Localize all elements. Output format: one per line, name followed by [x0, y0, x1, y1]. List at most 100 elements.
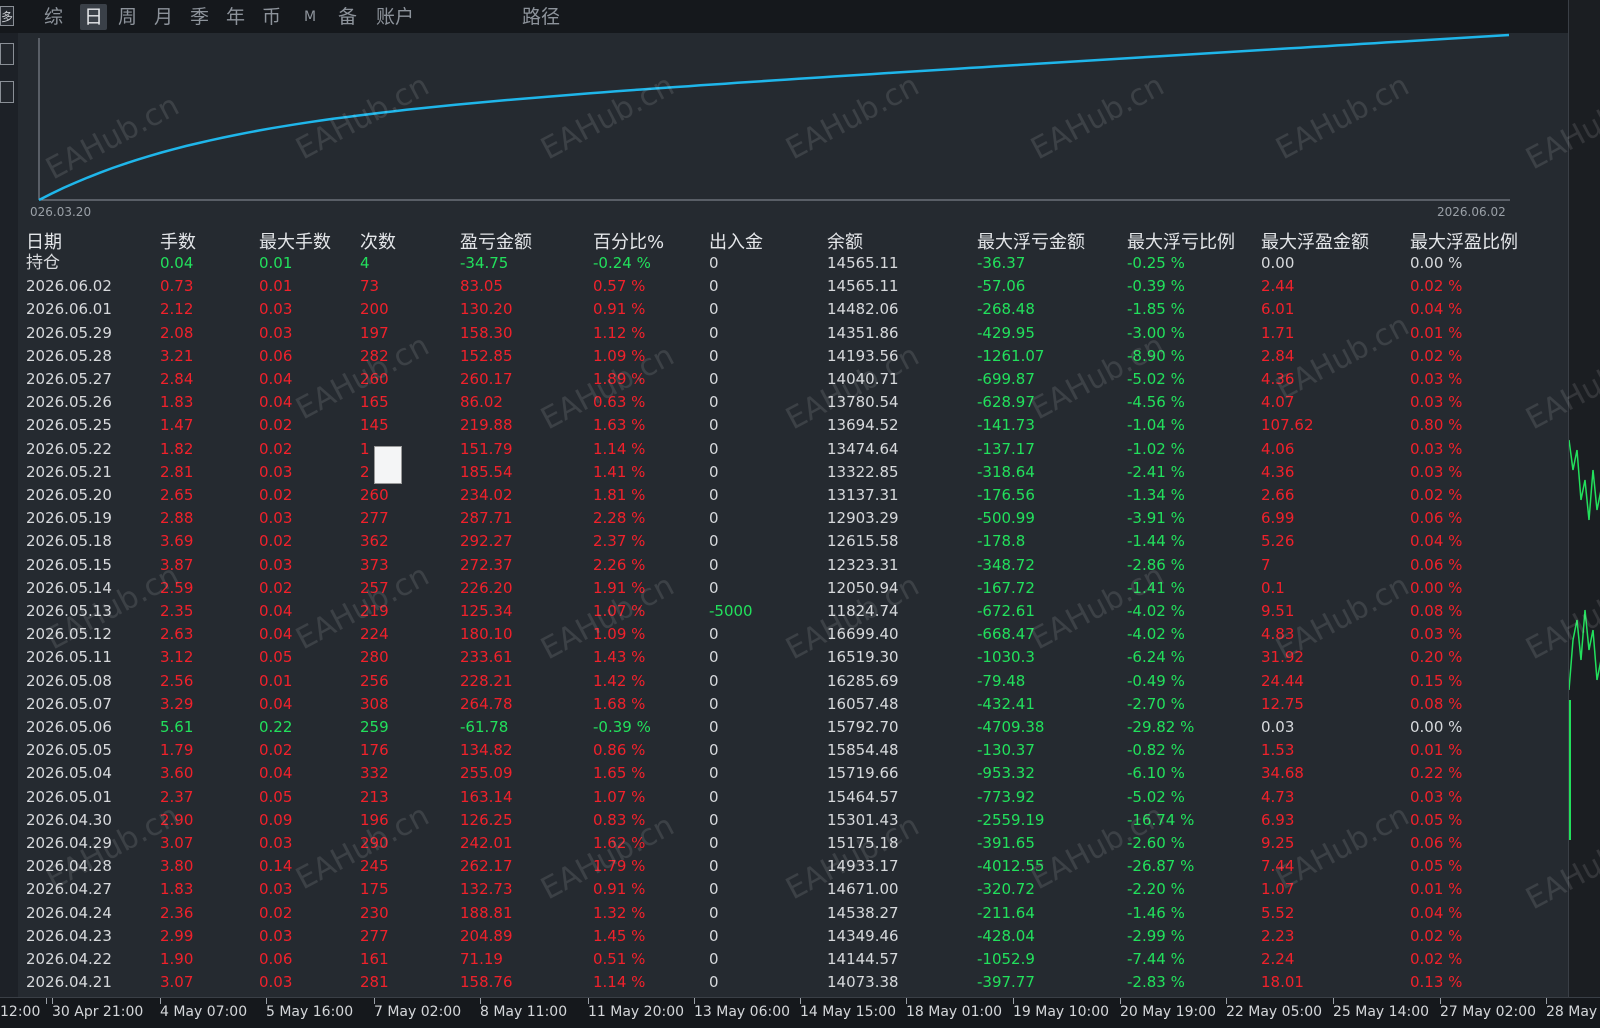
cell-pct: 1.41 % [593, 462, 646, 481]
cell-max_float_loss: -4709.38 [977, 718, 1045, 736]
cell-balance: 13322.85 [827, 462, 899, 481]
time-axis-label: 4 May 07:00 [160, 1004, 248, 1020]
cell-lots: 0.73 [160, 277, 194, 296]
column-header-count[interactable]: 次数 [360, 228, 396, 254]
cell-max_float_loss: -176.56 [977, 486, 1035, 504]
cell-max_float_profit_pct: 0.15 % [1410, 671, 1463, 690]
cell-pnl: 188.81 [460, 903, 513, 922]
cell-max_float_loss_pct: -4.56 % [1127, 393, 1185, 412]
cell-pnl: 71.19 [460, 950, 503, 968]
cell-date: 2026.05.20 [26, 486, 112, 504]
cell-max_float_profit: 0.1 [1261, 578, 1285, 597]
cell-pnl: 126.25 [460, 810, 513, 829]
cell-flow: 0 [709, 370, 719, 388]
cell-date: 2026.05.11 [26, 648, 112, 667]
cell-lots: 1.79 [160, 741, 194, 760]
cell-flow: 0 [709, 393, 719, 412]
time-axis-label: 18 May 01:00 [906, 1004, 1003, 1020]
cell-pct: 2.26 % [593, 555, 646, 574]
cell-lots: 3.07 [160, 973, 194, 992]
cell-max_float_profit: 24.44 [1261, 671, 1304, 690]
cell-max_float_loss: -953.32 [977, 764, 1035, 783]
cell-count: 332 [360, 764, 389, 783]
cell-max_float_profit: 34.68 [1261, 764, 1304, 783]
cell-max_float_profit: 6.01 [1261, 300, 1295, 319]
strip-button-2[interactable] [0, 81, 14, 103]
cell-max_float_loss: -500.99 [977, 509, 1035, 528]
cell-max_float_profit: 5.26 [1261, 532, 1295, 551]
cell-max_lots: 0.09 [259, 810, 293, 829]
cell-max_float_profit: 6.93 [1261, 810, 1295, 829]
cell-max_float_loss_pct: -6.10 % [1127, 764, 1185, 783]
cell-max_float_profit: 2.24 [1261, 950, 1295, 968]
cell-balance: 16519.30 [827, 648, 899, 667]
cell-max_float_profit: 7 [1261, 555, 1271, 574]
cell-balance: 14565.11 [827, 277, 899, 296]
cell-max_float_profit_pct: 0.03 % [1410, 393, 1463, 412]
edge-button[interactable]: 多 [0, 6, 14, 26]
column-header-max_float_loss_pct[interactable]: 最大浮亏比例 [1127, 228, 1235, 254]
cell-count: 161 [360, 950, 389, 968]
column-header-pct[interactable]: 百分比% [593, 228, 664, 254]
cell-balance: 12615.58 [827, 532, 899, 551]
column-header-max_lots[interactable]: 最大手数 [259, 228, 331, 254]
cell-max_lots: 0.02 [259, 486, 293, 504]
cell-flow: 0 [709, 671, 719, 690]
cell-max_float_loss: -268.48 [977, 300, 1035, 319]
cell-balance: 13474.64 [827, 439, 899, 458]
cell-max_float_profit: 2.66 [1261, 486, 1295, 504]
cell-balance: 16285.69 [827, 671, 899, 690]
time-axis-label: 30 Apr 21:00 [52, 1004, 144, 1020]
cell-max_float_profit: 2.23 [1261, 926, 1295, 945]
strip-button-1[interactable] [0, 43, 14, 65]
cell-max_float_profit_pct: 0.06 % [1410, 509, 1463, 528]
cell-max_float_loss: -36.37 [977, 254, 1026, 272]
cell-max_lots: 0.03 [259, 509, 293, 528]
cell-date: 2026.05.29 [26, 323, 112, 342]
cell-max_lots: 0.06 [259, 950, 293, 968]
cell-pct: 1.32 % [593, 903, 646, 922]
cell-lots: 0.04 [160, 254, 194, 272]
cell-max_float_loss_pct: -0.49 % [1127, 671, 1185, 690]
column-header-date[interactable]: 日期 [26, 228, 62, 254]
cell-max_float_profit: 4.36 [1261, 462, 1295, 481]
column-header-max_float_profit_pct[interactable]: 最大浮盈比例 [1410, 228, 1518, 254]
time-axis-tick [1333, 998, 1334, 1004]
cell-max_float_profit: 9.25 [1261, 834, 1295, 852]
cell-date: 2026.05.22 [26, 439, 112, 458]
cell-count: 4 [360, 254, 370, 272]
cell-flow: 0 [709, 973, 719, 992]
cell-pnl: 287.71 [460, 509, 513, 528]
cell-max_lots: 0.04 [259, 393, 293, 412]
cell-max_float_profit_pct: 0.02 % [1410, 926, 1463, 945]
cell-max_float_loss: -211.64 [977, 903, 1035, 922]
column-header-lots[interactable]: 手数 [160, 228, 196, 254]
cell-pct: 0.86 % [593, 741, 646, 760]
cell-count: 197 [360, 323, 389, 342]
cell-max_float_loss_pct: -1.02 % [1127, 439, 1185, 458]
cell-pnl: 272.37 [460, 555, 513, 574]
cell-max_float_profit_pct: 0.03 % [1410, 787, 1463, 806]
time-axis-tick [266, 998, 267, 1004]
cell-date: 2026.04.21 [26, 973, 112, 992]
cell-date: 2026.05.27 [26, 370, 112, 388]
cell-balance: 15792.70 [827, 718, 899, 736]
cell-lots: 3.21 [160, 346, 194, 365]
cell-max_float_profit_pct: 0.02 % [1410, 950, 1463, 968]
time-axis-label: 25 May 14:00 [1333, 1004, 1430, 1020]
time-axis-tick [52, 998, 53, 1004]
time-axis-label: 5 May 16:00 [266, 1004, 354, 1020]
cell-max_float_profit: 1.53 [1261, 741, 1295, 760]
cell-max_lots: 0.14 [259, 857, 293, 876]
cell-max_float_profit_pct: 0.00 % [1410, 578, 1463, 597]
column-header-balance[interactable]: 余额 [827, 228, 863, 254]
time-axis-label: 13 May 06:00 [694, 1004, 791, 1020]
cell-max_float_profit_pct: 0.02 % [1410, 486, 1463, 504]
column-header-flow[interactable]: 出入金 [709, 228, 763, 254]
column-header-max_float_profit[interactable]: 最大浮盈金额 [1261, 228, 1369, 254]
cell-pct: 1.63 % [593, 416, 646, 435]
cell-max_float_loss_pct: -0.25 % [1127, 254, 1185, 272]
column-header-max_float_loss[interactable]: 最大浮亏金额 [977, 228, 1085, 254]
column-header-pnl[interactable]: 盈亏金额 [460, 228, 532, 254]
cell-max_lots: 0.04 [259, 694, 293, 713]
